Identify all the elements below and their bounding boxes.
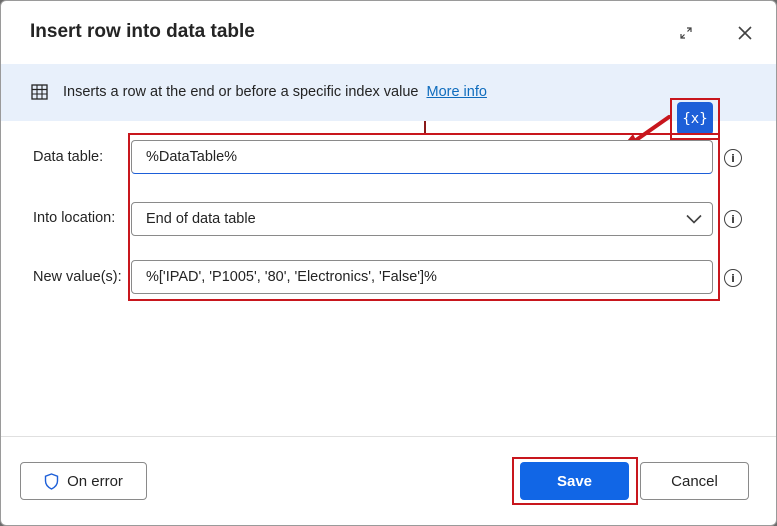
data-table-input[interactable]: %DataTable% — [131, 140, 713, 174]
data-table-label: Data table: — [33, 149, 104, 165]
expand-icon — [680, 27, 692, 39]
table-icon — [31, 84, 48, 100]
insert-row-dialog: Insert row into data table Inserts a row… — [0, 0, 777, 526]
close-button[interactable] — [731, 19, 759, 47]
dialog-title: Insert row into data table — [30, 21, 255, 42]
info-description: Inserts a row at the end or before a spe… — [63, 84, 487, 100]
connector-line — [424, 121, 426, 133]
on-error-label: On error — [67, 472, 123, 490]
cancel-button[interactable]: Cancel — [640, 462, 749, 500]
data-table-value: %DataTable% — [146, 149, 238, 165]
into-location-value: End of data table — [146, 211, 256, 227]
save-button[interactable]: Save — [520, 462, 629, 500]
close-icon — [738, 26, 752, 40]
info-bar: Inserts a row at the end or before a spe… — [1, 64, 776, 121]
into-location-select[interactable]: End of data table — [131, 202, 713, 236]
new-values-label: New value(s): — [33, 269, 122, 285]
footer-divider — [1, 436, 776, 437]
variables-button[interactable]: {x} — [677, 102, 713, 135]
shield-icon — [44, 472, 59, 490]
expand-button[interactable] — [672, 19, 700, 47]
on-error-button[interactable]: On error — [20, 462, 147, 500]
new-values-input[interactable]: %['IPAD', 'P1005', '80', 'Electronics', … — [131, 260, 713, 294]
new-values-value: %['IPAD', 'P1005', '80', 'Electronics', … — [146, 269, 437, 285]
new-values-info-icon[interactable]: i — [724, 269, 742, 287]
info-text: Inserts a row at the end or before a spe… — [63, 84, 419, 100]
into-location-label: Into location: — [33, 210, 116, 226]
more-info-link[interactable]: More info — [426, 84, 486, 100]
into-location-info-icon[interactable]: i — [724, 210, 742, 228]
data-table-info-icon[interactable]: i — [724, 149, 742, 167]
chevron-down-icon — [686, 214, 702, 224]
